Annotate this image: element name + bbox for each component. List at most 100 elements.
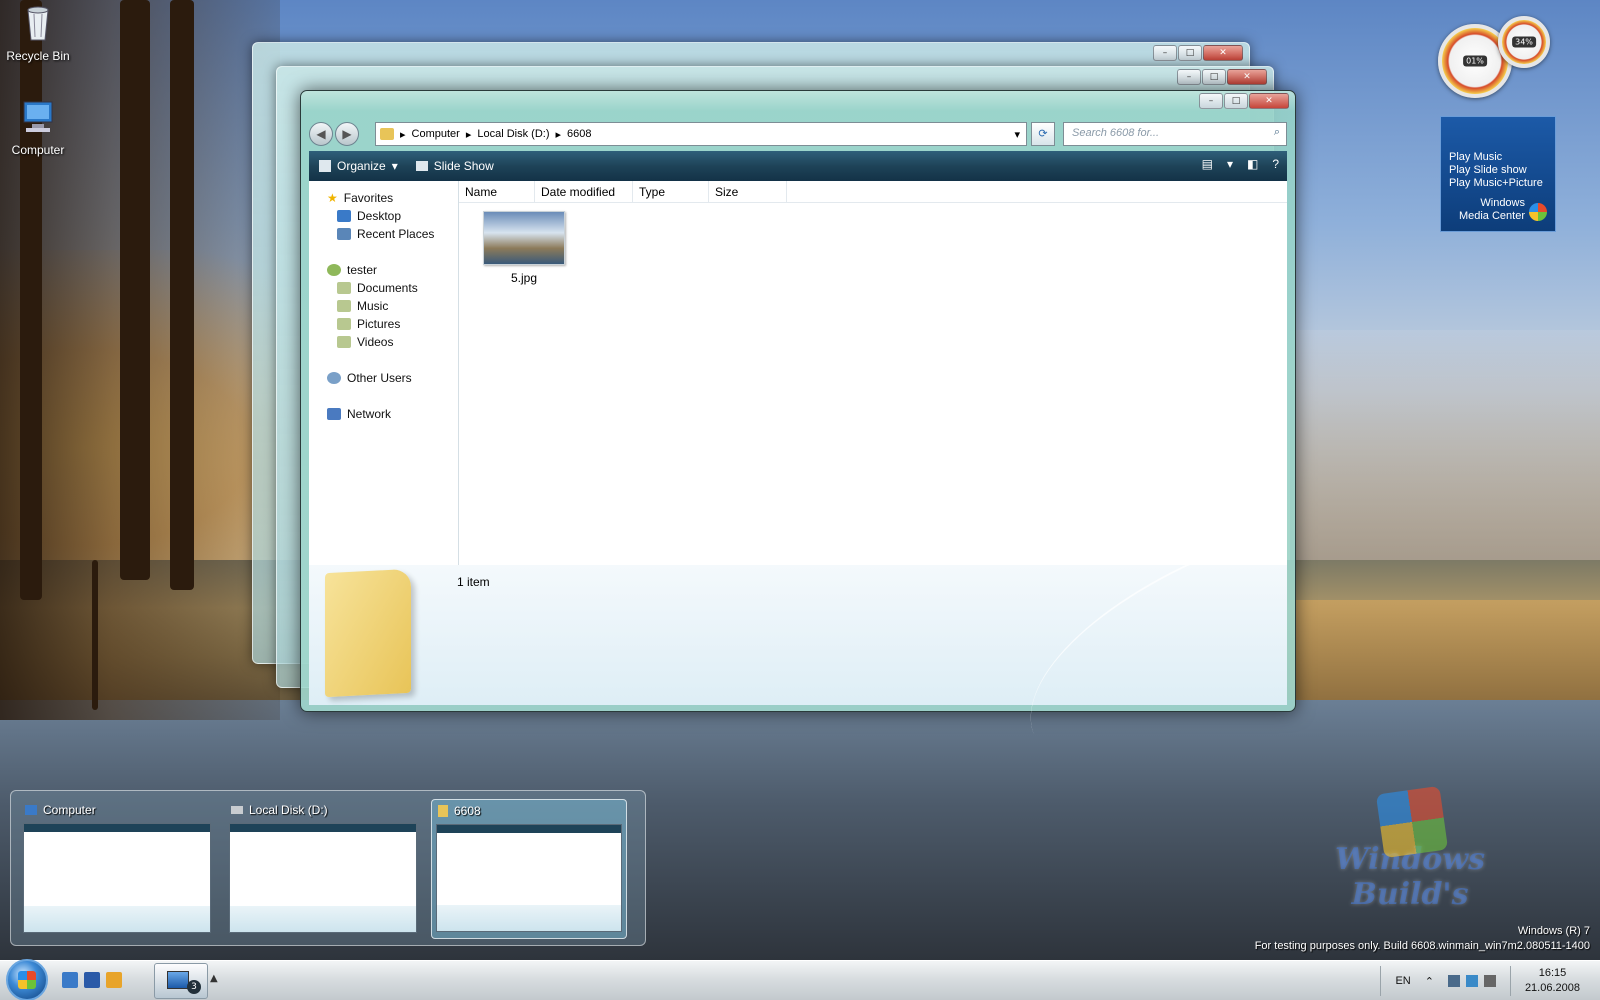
breadcrumb-computer[interactable]: Computer <box>412 128 460 140</box>
window-controls: – □ ✕ <box>1177 69 1267 85</box>
network-icon[interactable] <box>1447 975 1460 987</box>
column-headers: Name Date modified Type Size <box>459 181 1287 203</box>
desktop-icon-label: Computer <box>11 143 65 157</box>
views-icon[interactable]: ▤ <box>1202 157 1213 171</box>
nav-documents[interactable]: Documents <box>309 279 458 297</box>
media-center-gadget: Play Music Play Slide show Play Music+Pi… <box>1440 116 1556 232</box>
preview-pane-icon[interactable]: ◧ <box>1247 157 1258 171</box>
address-bar[interactable]: ▸ Computer ▸ Local Disk (D:) ▸ 6608 ▾ <box>375 122 1027 146</box>
nav-favorites[interactable]: ★ Favorites <box>309 189 458 207</box>
switch-windows-icon[interactable] <box>84 972 100 988</box>
search-input[interactable]: Search 6608 for... ⌕ <box>1063 122 1287 146</box>
breadcrumb-6608[interactable]: 6608 <box>567 128 591 140</box>
organize-label: Organize <box>337 159 386 173</box>
column-size[interactable]: Size <box>709 181 787 202</box>
tree-trunk <box>120 0 150 580</box>
language-indicator[interactable]: EN <box>1395 975 1410 987</box>
close-icon[interactable]: ✕ <box>1249 93 1289 109</box>
memory-gauge: 34% <box>1498 16 1550 68</box>
close-icon[interactable]: ✕ <box>1203 45 1243 61</box>
slideshow-icon <box>415 161 428 171</box>
breadcrumb-local-disk[interactable]: Local Disk (D:) <box>477 128 549 140</box>
nav-videos[interactable]: Videos <box>309 333 458 351</box>
play-music-picture-link[interactable]: Play Music+Picture <box>1449 177 1547 190</box>
recycle-bin-icon <box>27 6 49 41</box>
documents-icon <box>337 282 351 294</box>
chevron-down-icon[interactable]: ▾ <box>1014 128 1020 141</box>
minimize-icon[interactable]: – <box>1199 93 1223 109</box>
refresh-icon[interactable]: ⟳ <box>1031 122 1055 146</box>
column-date-modified[interactable]: Date modified <box>535 181 633 202</box>
nav-label: Other Users <box>347 371 412 385</box>
column-type[interactable]: Type <box>633 181 709 202</box>
videos-icon <box>337 336 351 348</box>
nav-user-tester[interactable]: tester <box>309 261 458 279</box>
nav-desktop[interactable]: Desktop <box>309 207 458 225</box>
file-item[interactable]: 5.jpg <box>483 211 565 285</box>
help-icon[interactable]: ? <box>1272 157 1279 171</box>
chevron-up-icon[interactable]: ⌃ <box>1425 975 1434 988</box>
fence-post <box>92 560 98 710</box>
desktop-icon-recycle-bin[interactable]: Recycle Bin <box>0 4 76 63</box>
search-icon[interactable]: ⌕ <box>1274 126 1280 139</box>
play-slideshow-link[interactable]: Play Slide show <box>1449 164 1547 177</box>
nav-network[interactable]: Network <box>309 405 458 423</box>
maximize-icon[interactable]: □ <box>1224 93 1248 109</box>
preview-computer[interactable]: Computer <box>19 799 215 939</box>
file-name: 5.jpg <box>510 271 538 285</box>
pictures-icon <box>337 318 351 330</box>
clock[interactable]: 16:15 21.06.2008 <box>1525 966 1580 996</box>
minimize-icon[interactable]: – <box>1153 45 1177 61</box>
preview-title: Computer <box>43 803 96 817</box>
nav-label: Network <box>347 407 392 421</box>
preview-6608[interactable]: 6608 <box>431 799 627 939</box>
breadcrumb-separator: ▸ <box>465 128 472 141</box>
preview-local-disk[interactable]: Local Disk (D:) <box>225 799 421 939</box>
cpu-meter-gadget[interactable]: 01% 34% <box>1438 14 1568 104</box>
taskbar-explorer-group[interactable]: 3 <box>154 963 208 999</box>
chevron-down-icon[interactable]: ▾ <box>1227 157 1233 171</box>
display-icon[interactable] <box>1465 975 1478 987</box>
file-list[interactable]: Name Date modified Type Size 5.jpg <box>459 181 1287 565</box>
clock-time: 16:15 <box>1538 967 1567 979</box>
show-desktop-icon[interactable] <box>62 972 78 988</box>
watermark-logo: Windows Build's <box>1290 785 1530 912</box>
nav-label: tester <box>347 263 378 277</box>
start-button[interactable] <box>6 959 48 1000</box>
taskbar-preview-group: Computer Local Disk (D:) 6608 <box>10 790 646 946</box>
explorer-window[interactable]: – □ ✕ ◀ ▶ ▸ Computer ▸ Local Disk (D:) ▸ 6… <box>300 90 1296 735</box>
nav-label: Documents <box>357 281 418 295</box>
windows-flag-icon <box>1375 785 1449 859</box>
slideshow-button[interactable]: Slide Show <box>415 159 494 173</box>
nav-label: Recent Places <box>357 227 435 241</box>
nav-other-users[interactable]: Other Users <box>309 369 458 387</box>
nav-label: Favorites <box>343 191 394 205</box>
details-pane: 1 item <box>309 541 1287 735</box>
forward-icon[interactable]: ▶ <box>335 122 359 146</box>
build-line-1: Windows (R) 7 <box>1517 925 1590 937</box>
media-player-icon[interactable] <box>106 972 122 988</box>
preview-thumbnail <box>229 823 417 933</box>
chevron-up-icon[interactable]: ▲ <box>210 973 218 984</box>
address-row: ◀ ▶ ▸ Computer ▸ Local Disk (D:) ▸ 6608 … <box>309 121 1287 147</box>
maximize-icon[interactable]: □ <box>1178 45 1202 61</box>
minimize-icon[interactable]: – <box>1177 69 1201 85</box>
build-watermark: Windows (R) 7 For testing purposes only.… <box>1255 924 1590 954</box>
close-icon[interactable]: ✕ <box>1227 69 1267 85</box>
maximize-icon[interactable]: □ <box>1202 69 1226 85</box>
back-icon[interactable]: ◀ <box>309 122 333 146</box>
windows-orb-icon <box>1529 203 1547 221</box>
organize-button[interactable]: Organize ▾ <box>319 159 398 173</box>
decorative-swoosh <box>996 541 1278 735</box>
drive-icon <box>231 806 243 814</box>
nav-music[interactable]: Music <box>309 297 458 315</box>
column-name[interactable]: Name <box>459 181 535 202</box>
play-music-link[interactable]: Play Music <box>1449 151 1547 164</box>
clock-date: 21.06.2008 <box>1524 982 1580 994</box>
desktop-icon-computer[interactable]: Computer <box>0 98 76 157</box>
nav-pictures[interactable]: Pictures <box>309 315 458 333</box>
chevron-down-icon: ▾ <box>391 159 398 173</box>
nav-recent-places[interactable]: Recent Places <box>309 225 458 243</box>
volume-icon[interactable] <box>1483 975 1496 987</box>
tray-divider <box>1380 966 1382 996</box>
